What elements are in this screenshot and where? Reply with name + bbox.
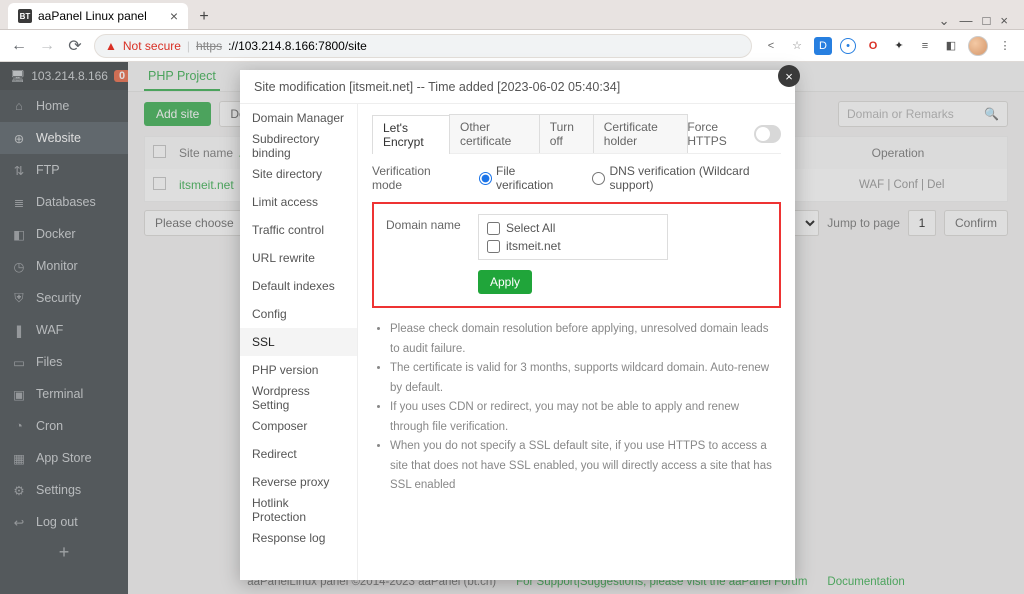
domain-list: Select All itsmeit.net bbox=[478, 214, 668, 260]
window-close-icon[interactable]: × bbox=[1000, 13, 1008, 29]
not-secure-label: Not secure bbox=[123, 39, 181, 53]
modal-side-ssl[interactable]: SSL bbox=[240, 328, 357, 356]
modal-side-traffic[interactable]: Traffic control bbox=[240, 216, 357, 244]
ext-blue-icon[interactable]: D bbox=[814, 37, 832, 55]
modal-side-reverseproxy[interactable]: Reverse proxy bbox=[240, 468, 357, 496]
note-item: Please check domain resolution before ap… bbox=[390, 320, 781, 359]
modal-side-subdir[interactable]: Subdirectory binding bbox=[240, 132, 357, 160]
minimize-icon[interactable]: — bbox=[960, 13, 973, 29]
warning-icon: ▲ bbox=[105, 39, 117, 53]
extension-icons: < ☆ D • O ✦ ≡ ◧ ⋮ bbox=[762, 36, 1014, 56]
verification-mode: Verification mode File verification DNS … bbox=[372, 164, 781, 192]
domain-checkbox[interactable]: itsmeit.net bbox=[487, 239, 659, 253]
modal-side-hotlink[interactable]: Hotlink Protection bbox=[240, 496, 357, 524]
force-https-toggle[interactable] bbox=[754, 125, 781, 143]
tab-turn-off[interactable]: Turn off bbox=[539, 114, 594, 153]
domain-apply-box: Domain name Select All itsmeit.net Apply bbox=[372, 202, 781, 308]
chevron-down-icon[interactable]: ⌄ bbox=[939, 13, 950, 29]
window-controls: ⌄ — □ × bbox=[931, 13, 1016, 29]
modal-side-sitedir[interactable]: Site directory bbox=[240, 160, 357, 188]
domain-name-label: Domain name bbox=[386, 214, 462, 260]
modal-side-domain-manager[interactable]: Domain Manager bbox=[240, 104, 357, 132]
note-item: When you do not specify a SSL default si… bbox=[390, 437, 781, 496]
url-scheme: https bbox=[196, 39, 222, 53]
star-icon[interactable]: ☆ bbox=[788, 37, 806, 55]
modal-side-config[interactable]: Config bbox=[240, 300, 357, 328]
tab-other-cert[interactable]: Other certificate bbox=[449, 114, 540, 153]
new-tab-button[interactable]: + bbox=[192, 5, 216, 29]
modal-side-urlrewrite[interactable]: URL rewrite bbox=[240, 244, 357, 272]
modal-side-defaultidx[interactable]: Default indexes bbox=[240, 272, 357, 300]
browser-tab[interactable]: BT aaPanel Linux panel × bbox=[8, 3, 188, 29]
reload-button[interactable]: ⟳ bbox=[66, 37, 84, 55]
note-item: The certificate is valid for 3 months, s… bbox=[390, 359, 781, 398]
extensions-icon[interactable]: ✦ bbox=[890, 37, 908, 55]
modal-side-responselog[interactable]: Response log bbox=[240, 524, 357, 552]
modal-side-composer[interactable]: Composer bbox=[240, 412, 357, 440]
verification-label: Verification mode bbox=[372, 164, 455, 192]
modal-sidebar: Domain Manager Subdirectory binding Site… bbox=[240, 104, 358, 580]
maximize-icon[interactable]: □ bbox=[983, 13, 991, 29]
forward-button[interactable]: → bbox=[38, 37, 56, 55]
ssl-notes: Please check domain resolution before ap… bbox=[372, 320, 781, 496]
modal-side-limit[interactable]: Limit access bbox=[240, 188, 357, 216]
avatar[interactable] bbox=[968, 36, 988, 56]
tab-title: aaPanel Linux panel bbox=[38, 9, 147, 23]
url-field[interactable]: ▲ Not secure | https://103.214.8.166:780… bbox=[94, 34, 752, 58]
close-icon[interactable]: × bbox=[170, 8, 178, 24]
address-bar: ← → ⟳ ▲ Not secure | https://103.214.8.1… bbox=[0, 30, 1024, 62]
site-modification-modal: × Site modification [itsmeit.net] -- Tim… bbox=[240, 70, 795, 580]
radio-dns-verification[interactable]: DNS verification (Wildcard support) bbox=[592, 164, 781, 192]
modal-main: Let's Encrypt Other certificate Turn off… bbox=[358, 104, 795, 580]
share-icon[interactable]: < bbox=[762, 37, 780, 55]
select-all-checkbox[interactable]: Select All bbox=[487, 221, 659, 235]
tab-letsencrypt[interactable]: Let's Encrypt bbox=[372, 115, 450, 154]
modal-side-php[interactable]: PHP version bbox=[240, 356, 357, 384]
apply-button[interactable]: Apply bbox=[478, 270, 532, 294]
browser-tab-strip: BT aaPanel Linux panel × + ⌄ — □ × bbox=[0, 0, 1024, 30]
url-rest: ://103.214.8.166:7800/site bbox=[228, 39, 367, 53]
tab-favicon: BT bbox=[18, 9, 32, 23]
modal-side-wordpress[interactable]: Wordpress Setting bbox=[240, 384, 357, 412]
ext-dot-icon[interactable]: • bbox=[840, 38, 856, 54]
list-icon[interactable]: ≡ bbox=[916, 37, 934, 55]
modal-side-redirect[interactable]: Redirect bbox=[240, 440, 357, 468]
radio-file-verification[interactable]: File verification bbox=[479, 164, 568, 192]
modal-close-button[interactable]: × bbox=[778, 65, 800, 87]
modal-title: Site modification [itsmeit.net] -- Time … bbox=[240, 70, 795, 104]
panel-icon[interactable]: ◧ bbox=[942, 37, 960, 55]
ext-red-icon[interactable]: O bbox=[864, 37, 882, 55]
browser-menu-icon[interactable]: ⋮ bbox=[996, 37, 1014, 55]
tab-cert-holder[interactable]: Certificate holder bbox=[593, 114, 689, 153]
back-button[interactable]: ← bbox=[10, 37, 28, 55]
force-https-label: Force HTTPS bbox=[687, 120, 746, 148]
cert-tabs: Let's Encrypt Other certificate Turn off… bbox=[372, 114, 781, 154]
note-item: If you uses CDN or redirect, you may not… bbox=[390, 398, 781, 437]
